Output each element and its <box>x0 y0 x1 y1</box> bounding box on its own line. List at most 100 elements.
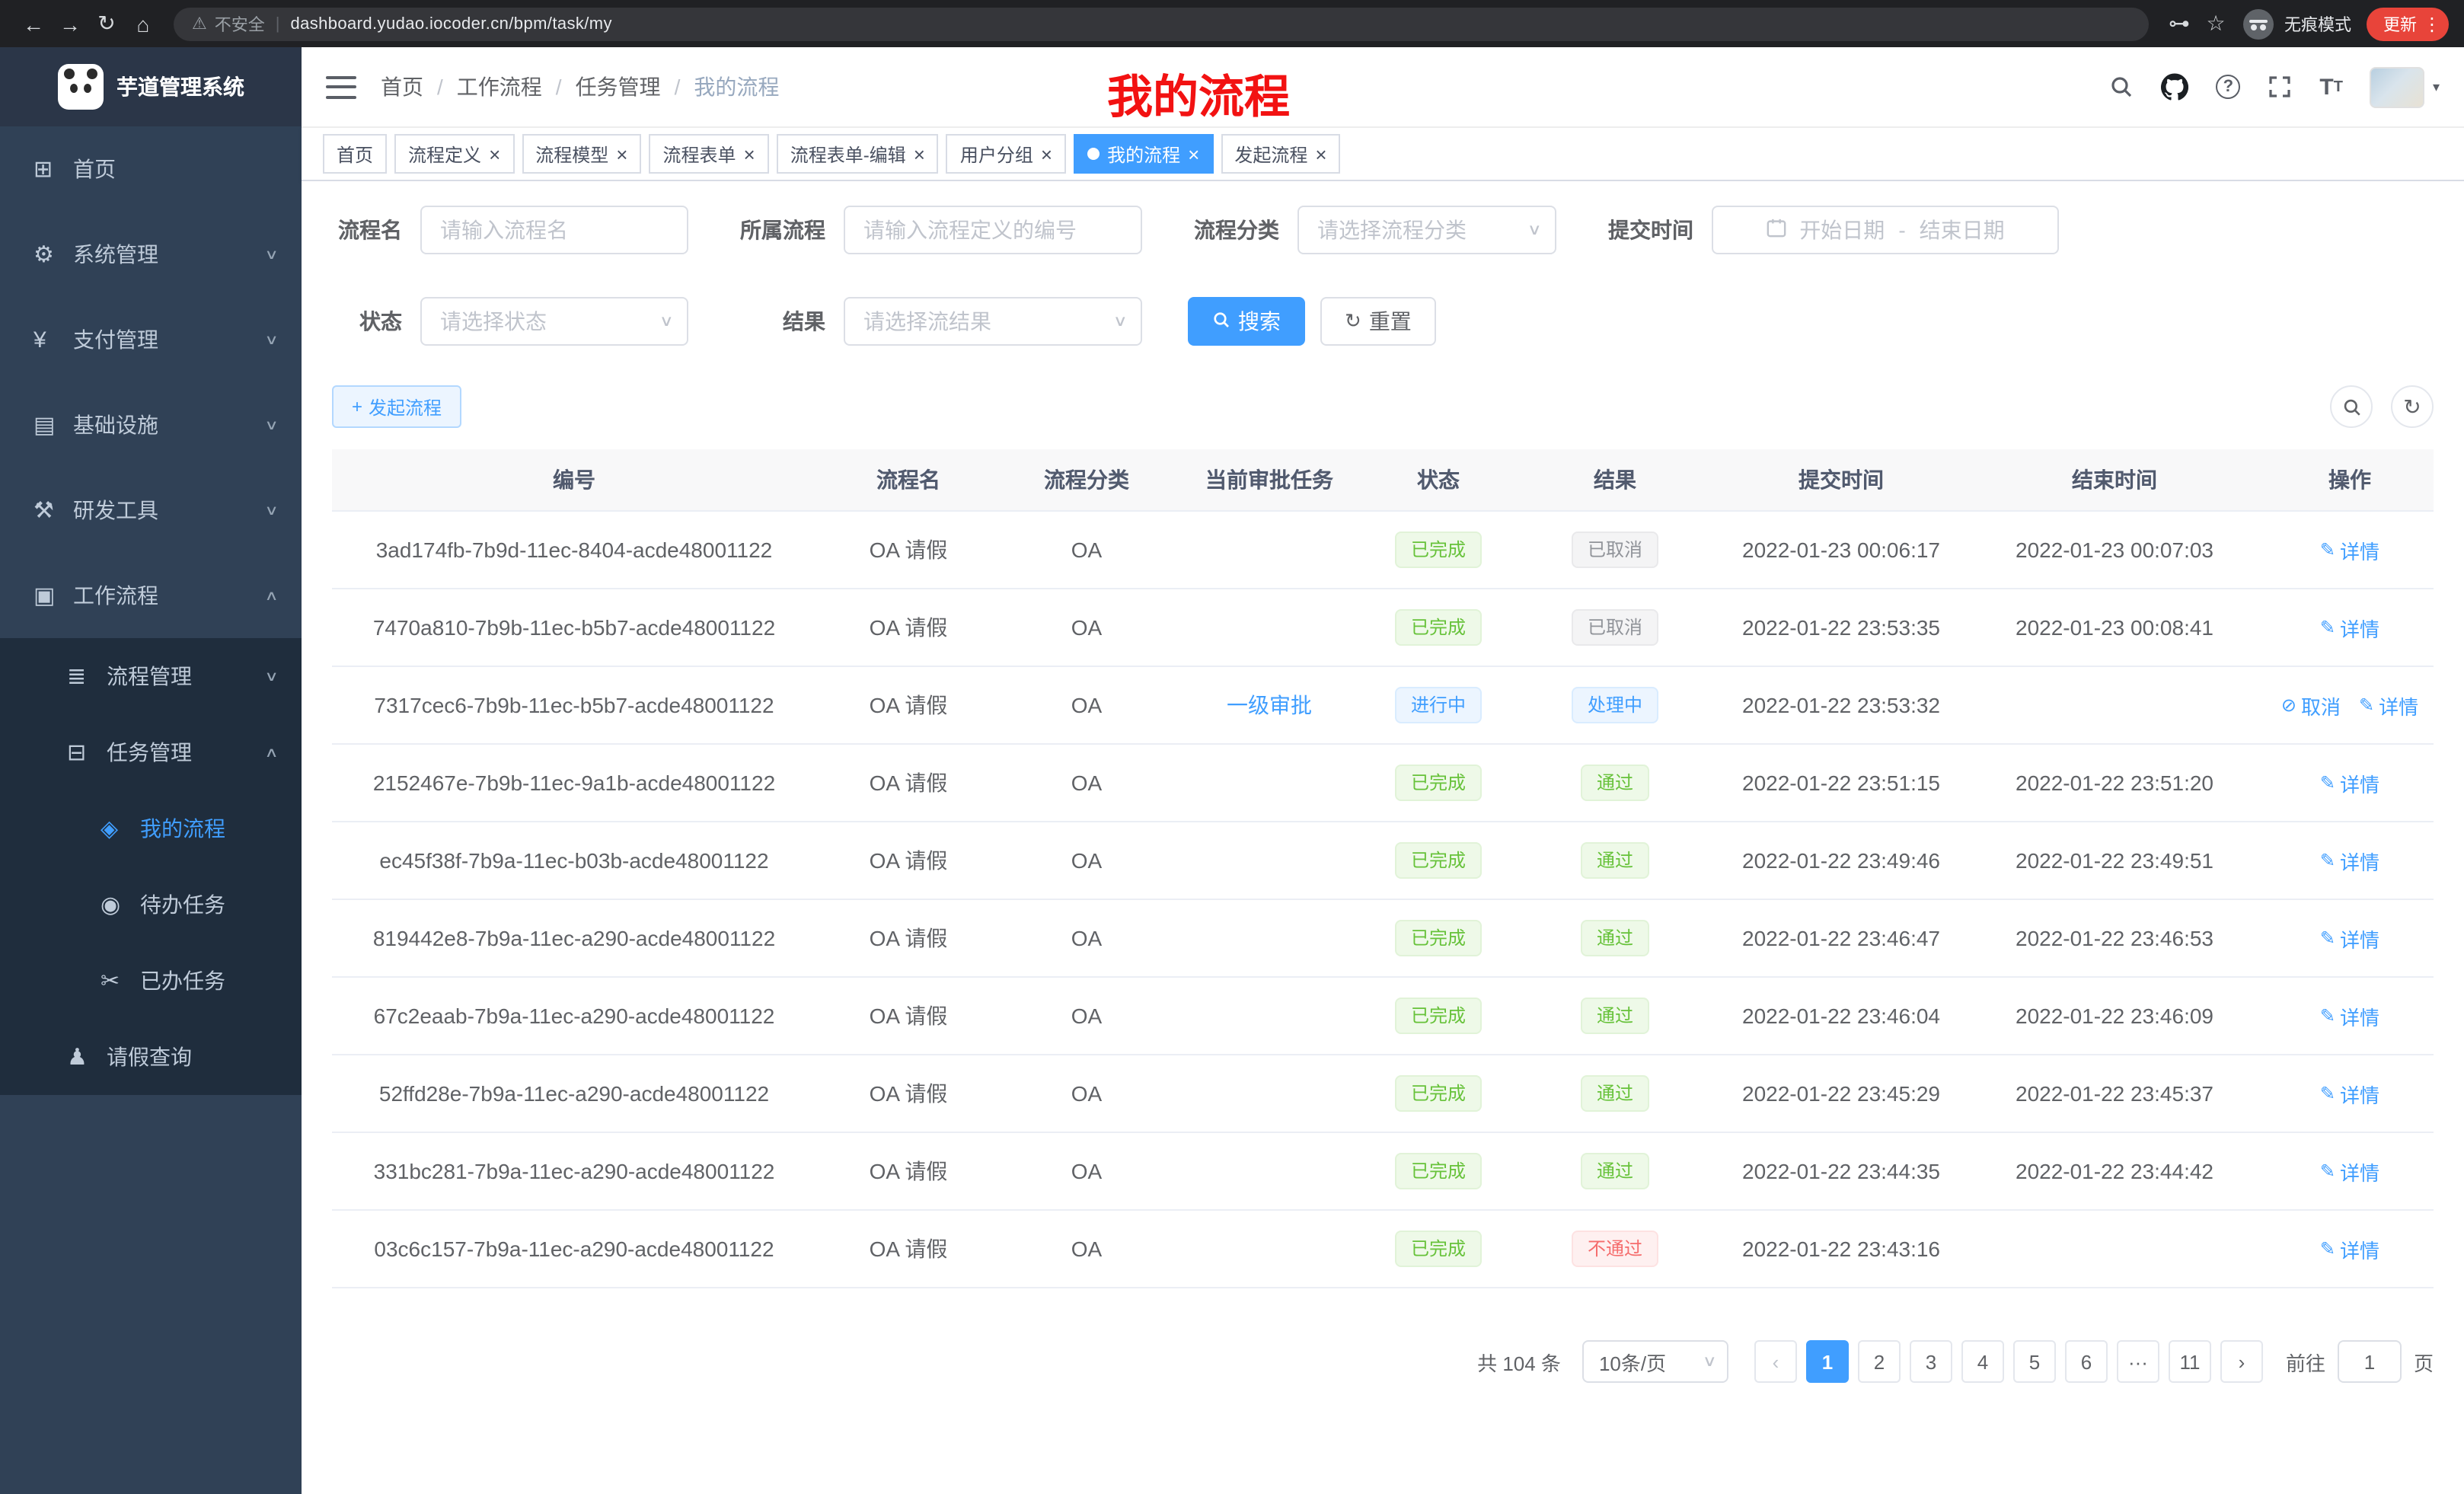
back-icon[interactable]: ← <box>15 5 52 42</box>
tab-close-icon[interactable]: × <box>1041 144 1052 164</box>
tab-close-icon[interactable]: × <box>489 144 500 164</box>
more-pages-button[interactable]: ··· <box>2117 1340 2159 1383</box>
forward-icon[interactable]: → <box>52 5 88 42</box>
start-process-button[interactable]: + 发起流程 <box>332 385 461 428</box>
result-select[interactable]: 请选择流结果 ∨ <box>844 297 1142 346</box>
help-icon[interactable]: ? <box>2216 75 2240 99</box>
action-detail-link[interactable]: ✎详情 <box>2320 924 2379 953</box>
action-detail-link[interactable]: ✎详情 <box>2320 1157 2379 1186</box>
tab-my-process[interactable]: 我的流程× <box>1074 134 1213 174</box>
action-detail-link[interactable]: ✎详情 <box>2320 1234 2379 1263</box>
browser-home-icon[interactable]: ⌂ <box>125 5 161 42</box>
column-header: 结束时间 <box>1963 449 2266 511</box>
breadcrumb-item[interactable]: 工作流程 <box>457 72 542 102</box>
page-button-11[interactable]: 11 <box>2169 1340 2211 1383</box>
status-select[interactable]: 请选择状态 ∨ <box>420 297 688 346</box>
tab-close-icon[interactable]: × <box>616 144 627 164</box>
sidebar-item-todo-task[interactable]: ◉待办任务 <box>0 867 302 943</box>
kebab-menu-icon[interactable]: ⋮ <box>2423 13 2441 34</box>
action-detail-link[interactable]: ✎详情 <box>2320 1001 2379 1030</box>
submenu-workflow: ≣流程管理∨⊟任务管理∧◈我的流程◉待办任务✂已办任务♟请假查询 <box>0 638 302 1095</box>
sidebar-item-label: 任务管理 <box>107 737 192 768</box>
page-button-2[interactable]: 2 <box>1858 1340 1901 1383</box>
tab-start-process[interactable]: 发起流程 × <box>1221 134 1340 174</box>
sidebar-item-leave-query[interactable]: ♟请假查询 <box>0 1019 302 1095</box>
sidebar-item-my-process[interactable]: ◈我的流程 <box>0 790 302 867</box>
action-detail-link[interactable]: ✎详情 <box>2320 768 2379 797</box>
goto-page-input[interactable] <box>2338 1340 2402 1383</box>
category-select[interactable]: 请选择流程分类 ∨ <box>1297 206 1556 254</box>
password-key-icon[interactable]: ⊶ <box>2161 5 2197 42</box>
tab-process-form-edit[interactable]: 流程表单-编辑× <box>777 134 939 174</box>
page-button-4[interactable]: 4 <box>1961 1340 2004 1383</box>
table-refresh-button[interactable]: ↻ <box>2391 385 2434 428</box>
column-header: 操作 <box>2266 449 2434 511</box>
sidebar-item-devtools[interactable]: ⚒研发工具∨ <box>0 468 302 553</box>
sidebar-item-system[interactable]: ⚙系统管理∨ <box>0 212 302 297</box>
page-size-select[interactable]: 10条/页 ∨ <box>1582 1340 1728 1383</box>
table-row: 2152467e-7b9b-11ec-9a1b-acde48001122OA 请… <box>332 744 2434 822</box>
home-icon: ⊞ <box>34 155 70 183</box>
breadcrumb-item[interactable]: 任务管理 <box>576 72 661 102</box>
page-button-5[interactable]: 5 <box>2013 1340 2056 1383</box>
breadcrumb-item[interactable]: 首页 <box>381 72 423 102</box>
process-definition-input[interactable] <box>844 206 1142 254</box>
sidebar-item-done-task[interactable]: ✂已办任务 <box>0 943 302 1019</box>
address-bar[interactable]: ⚠ 不安全 | dashboard.yudao.iocoder.cn/bpm/t… <box>174 7 2149 40</box>
bookmark-star-icon[interactable]: ☆ <box>2197 5 2234 42</box>
tab-close-icon[interactable]: × <box>1315 144 1326 164</box>
table-search-button[interactable] <box>2330 385 2373 428</box>
column-header: 流程分类 <box>1001 449 1173 511</box>
fullscreen-icon[interactable] <box>2268 75 2292 99</box>
tab-close-icon[interactable]: × <box>1188 144 1199 164</box>
filter-status: 状态 请选择状态 ∨ <box>332 297 688 346</box>
app-logo-area[interactable]: 芋道管理系统 <box>0 47 302 126</box>
tab-close-icon[interactable]: × <box>914 144 925 164</box>
tab-close-icon[interactable]: × <box>744 144 755 164</box>
update-label: 更新 <box>2383 11 2417 36</box>
reset-button[interactable]: ↻ 重置 <box>1320 297 1436 346</box>
page-button-6[interactable]: 6 <box>2065 1340 2108 1383</box>
page-button-1[interactable]: 1 <box>1806 1340 1849 1383</box>
action-cancel-link[interactable]: ⊘取消 <box>2281 691 2341 720</box>
process-name-input[interactable] <box>420 206 688 254</box>
breadcrumb: 首页/工作流程/任务管理/我的流程 <box>381 72 779 102</box>
action-detail-link[interactable]: ✎详情 <box>2320 1079 2379 1108</box>
current-task-link[interactable]: 一级审批 <box>1227 693 1312 717</box>
cell-result: 不通过 <box>1511 1210 1719 1288</box>
action-detail-link[interactable]: ✎详情 <box>2320 535 2379 564</box>
tab-label: 发起流程 <box>1234 141 1307 167</box>
action-detail-link[interactable]: ✎详情 <box>2359 691 2418 720</box>
date-range-picker[interactable]: 开始日期 - 结束日期 <box>1712 206 2059 254</box>
sidebar-item-task-manage[interactable]: ⊟任务管理∧ <box>0 714 302 790</box>
tab-process-form[interactable]: 流程表单× <box>649 134 768 174</box>
font-size-icon[interactable]: TT <box>2319 74 2343 100</box>
tab-process-definition[interactable]: 流程定义× <box>394 134 514 174</box>
search-icon[interactable] <box>2109 75 2134 99</box>
sidebar-item-process-manage[interactable]: ≣流程管理∨ <box>0 638 302 714</box>
hamburger-icon[interactable] <box>326 75 356 98</box>
tab-user-group[interactable]: 用户分组× <box>946 134 1066 174</box>
sidebar-item-home[interactable]: ⊞首页 <box>0 126 302 212</box>
action-detail-link[interactable]: ✎详情 <box>2320 846 2379 875</box>
reload-icon[interactable]: ↻ <box>88 5 125 42</box>
tab-home[interactable]: 首页 <box>323 134 387 174</box>
github-icon[interactable] <box>2161 73 2188 101</box>
chevron-down-icon: ∨ <box>265 246 279 263</box>
infrastructure-icon: ▤ <box>34 411 70 439</box>
sidebar-item-infrastructure[interactable]: ▤基础设施∨ <box>0 382 302 468</box>
sidebar-item-workflow[interactable]: ▣工作流程∧ <box>0 553 302 638</box>
update-button[interactable]: 更新 ⋮ <box>2367 7 2449 40</box>
process-table: 编号流程名流程分类当前审批任务状态结果提交时间结束时间操作 3ad174fb-7… <box>332 449 2434 1288</box>
action-detail-link[interactable]: ✎详情 <box>2320 613 2379 642</box>
cell-submit-time: 2022-01-22 23:46:04 <box>1719 977 1963 1055</box>
user-avatar[interactable]: ▾ <box>2370 66 2440 107</box>
search-button[interactable]: 搜索 <box>1188 297 1305 346</box>
page-button-3[interactable]: 3 <box>1910 1340 1952 1383</box>
devtools-icon: ⚒ <box>34 496 70 524</box>
next-page-button[interactable]: › <box>2220 1340 2263 1383</box>
tab-process-model[interactable]: 流程模型× <box>522 134 641 174</box>
sidebar-item-payment[interactable]: ¥支付管理∨ <box>0 297 302 382</box>
detail-icon: ✎ <box>2320 772 2335 793</box>
prev-page-button[interactable]: ‹ <box>1754 1340 1797 1383</box>
